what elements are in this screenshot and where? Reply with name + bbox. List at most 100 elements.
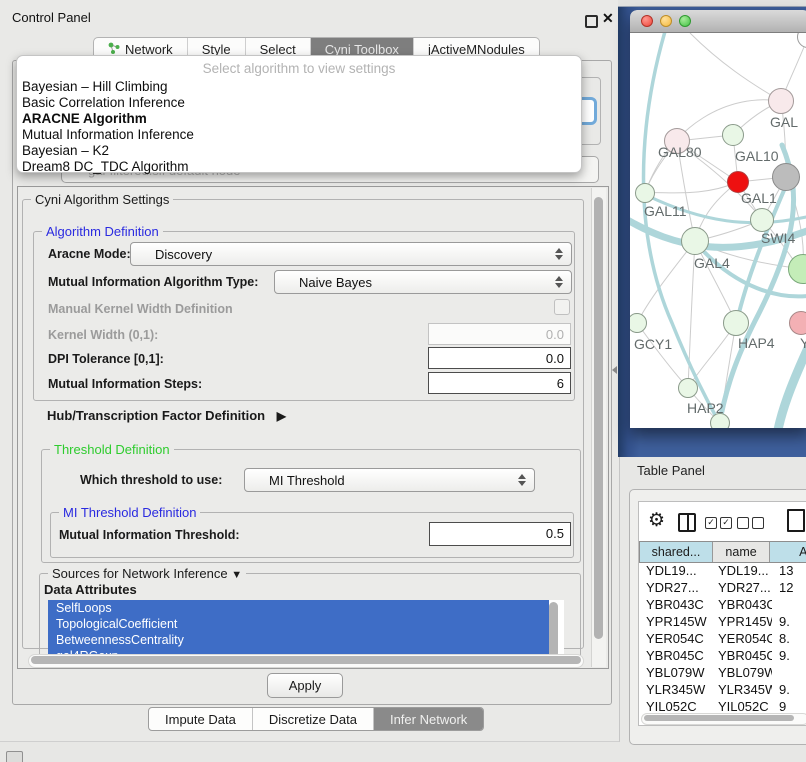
network-node-gal10[interactable]	[722, 124, 744, 146]
algorithm-option[interactable]: Bayesian – K2	[20, 143, 109, 159]
tab-impute-data-label: Impute Data	[165, 712, 236, 727]
new-table-icon[interactable]	[787, 509, 805, 532]
horizontal-scrollbar[interactable]	[28, 654, 584, 668]
network-node-hap4[interactable]	[723, 310, 749, 336]
cell[interactable]: YBR045C	[640, 648, 714, 665]
cell[interactable]: 9	[772, 699, 806, 712]
cell[interactable]: YIL052C	[640, 699, 714, 712]
aracne-mode-select[interactable]: Discovery	[130, 242, 572, 266]
tab-impute-data[interactable]: Impute Data	[149, 708, 253, 730]
sources-title[interactable]: Sources for Network Inference ▼	[48, 566, 246, 581]
manual-kernel-width-checkbox[interactable]	[554, 299, 570, 315]
column-header-shared-name[interactable]: shared...	[640, 542, 713, 562]
splitpane-handle-icon[interactable]	[612, 366, 617, 374]
hub-definition-toggle[interactable]: Hub/Transcription Factor Definition ▶	[47, 408, 286, 423]
horizontal-scrollbar-thumb[interactable]	[31, 656, 581, 664]
network-node-salmon[interactable]	[789, 311, 806, 335]
dock-icon[interactable]	[6, 751, 23, 762]
cell[interactable]: YDR27...	[640, 580, 714, 597]
cell[interactable]: YER054C	[714, 631, 772, 648]
mi-threshold-field[interactable]: 0.5	[429, 522, 571, 546]
dpi-tolerance-field[interactable]: 0.0	[428, 347, 571, 369]
table-row[interactable]: YBR043CYBR043C	[640, 597, 806, 614]
minimize-traffic-light-icon[interactable]	[660, 15, 672, 27]
algorithm-option[interactable]: Dream8 DC_TDC Algorithm	[20, 159, 189, 175]
kernel-width-field[interactable]: 0.0	[428, 323, 571, 345]
cell[interactable]: 12	[772, 580, 806, 597]
vertical-scrollbar[interactable]	[591, 188, 606, 667]
table-row[interactable]: YER054CYER054C8.	[640, 631, 806, 648]
cell[interactable]: YBL079W	[640, 665, 714, 682]
cell[interactable]: YBR043C	[640, 597, 714, 614]
mi-steps-field[interactable]: 6	[428, 372, 571, 394]
table-row[interactable]: YLR345WYLR345W9.	[640, 682, 806, 699]
cell[interactable]: YPR145W	[714, 614, 772, 631]
list-item[interactable]: TopologicalCoefficient	[48, 616, 549, 632]
which-threshold-select[interactable]: MI Threshold	[244, 468, 535, 492]
cell[interactable]: 9.	[772, 682, 806, 699]
zoom-traffic-light-icon[interactable]	[679, 15, 691, 27]
cell[interactable]: YBR043C	[714, 597, 772, 614]
table-row[interactable]: YIL052CYIL052C9	[640, 699, 806, 712]
cell[interactable]: 13	[772, 563, 806, 580]
cell[interactable]: 9.	[772, 648, 806, 665]
network-node-gal11[interactable]	[635, 183, 655, 203]
float-window-icon[interactable]	[585, 15, 598, 28]
select-all-checks-icon[interactable]: ✓ ✓	[705, 517, 732, 529]
algorithm-option-selected[interactable]: ARACNE Algorithm	[20, 111, 147, 127]
gear-icon[interactable]: ⚙	[648, 511, 665, 530]
cell[interactable]	[772, 665, 806, 682]
control-panel-title: Control Panel	[12, 10, 91, 25]
cell[interactable]: YER054C	[640, 631, 714, 648]
vertical-scrollbar-thumb[interactable]	[594, 197, 603, 639]
cell[interactable]: YDR27...	[714, 580, 772, 597]
column-header-name[interactable]: name	[713, 542, 770, 562]
cell[interactable]: YDL19...	[640, 563, 714, 580]
apply-button[interactable]: Apply	[267, 673, 343, 698]
list-item[interactable]: BetweennessCentrality	[48, 632, 549, 648]
table-row[interactable]: YDR27...YDR27...12	[640, 580, 806, 597]
close-traffic-light-icon[interactable]	[641, 15, 653, 27]
network-node-gray[interactable]	[772, 163, 800, 191]
control-panel-window: Control Panel ✕ Network Style Select Cyn…	[0, 0, 620, 742]
cell[interactable]: YPR145W	[640, 614, 714, 631]
list-item[interactable]: SelfLoops	[48, 600, 549, 616]
cell[interactable]: YLR345W	[714, 682, 772, 699]
algorithm-option[interactable]: Mutual Information Inference	[20, 127, 194, 143]
tab-infer-network[interactable]: Infer Network	[374, 708, 483, 730]
cell[interactable]: YBL079W	[714, 665, 772, 682]
cell[interactable]: YLR345W	[640, 682, 714, 699]
table-row[interactable]: YBL079WYBL079W	[640, 665, 806, 682]
column-header-partial[interactable]: A	[770, 542, 806, 562]
mi-algorithm-type-select[interactable]: Naive Bayes	[274, 270, 572, 294]
stepper-icon	[551, 276, 567, 288]
tab-discretize-data[interactable]: Discretize Data	[253, 708, 374, 730]
network-node-gal1[interactable]	[750, 208, 774, 232]
algorithm-option[interactable]: Basic Correlation Inference	[20, 95, 185, 111]
network-canvas[interactable]: GAL GAL80 GAL10 GAL1 GAL11 SWI4 GAL4 GCY…	[630, 33, 806, 428]
table-row[interactable]: YBR045CYBR045C9.	[640, 648, 806, 665]
table-row[interactable]: YPR145WYPR145W9.	[640, 614, 806, 631]
network-node-gal-partial[interactable]	[768, 88, 794, 114]
node-label-gal10: GAL10	[735, 148, 779, 164]
table-horizontal-scrollbar[interactable]	[641, 713, 806, 725]
network-node-gal4[interactable]	[681, 227, 709, 255]
node-label-gal1: GAL1	[741, 190, 777, 206]
cell[interactable]: YDL19...	[714, 563, 772, 580]
cell[interactable]	[772, 597, 806, 614]
cell[interactable]: YIL052C	[714, 699, 772, 712]
network-node-hap2[interactable]	[678, 378, 698, 398]
algorithm-option[interactable]: Bayesian – Hill Climbing	[20, 79, 168, 95]
network-window-titlebar[interactable]	[630, 10, 806, 33]
close-icon[interactable]: ✕	[602, 10, 614, 27]
columns-icon[interactable]	[678, 513, 696, 532]
cell[interactable]: YBR045C	[714, 648, 772, 665]
settings-viewport: Cyni Algorithm Settings Algorithm Defini…	[17, 186, 609, 669]
cell[interactable]: 9.	[772, 614, 806, 631]
list-scrollbar-thumb[interactable]	[549, 602, 558, 658]
table-row[interactable]: YDL19...YDL19...13	[640, 563, 806, 580]
cell[interactable]: 8.	[772, 631, 806, 648]
unselect-all-checks-icon[interactable]	[737, 517, 764, 529]
table-horizontal-scrollbar-thumb[interactable]	[644, 715, 794, 721]
hub-definition-label: Hub/Transcription Factor Definition	[47, 408, 265, 423]
